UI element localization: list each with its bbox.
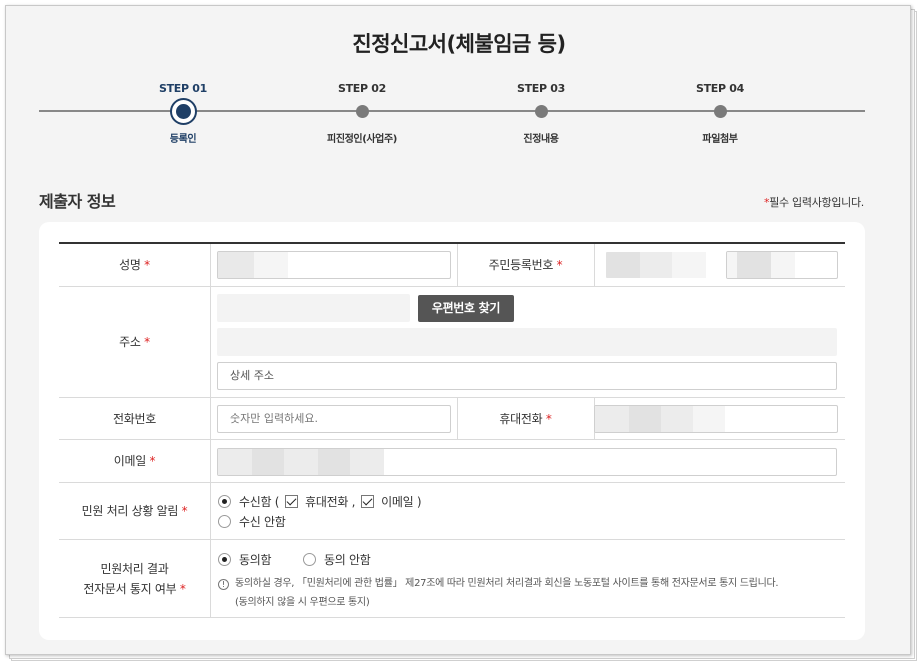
step-dot-icon (535, 105, 548, 118)
step-label: 피진정인(사업주) (327, 134, 397, 145)
notify-email-checkbox[interactable] (361, 495, 375, 508)
consent-disagree-label: 동의 안함 (324, 553, 371, 567)
step-label: 파일첨부 (702, 134, 738, 145)
consent-label: 민원처리 결과 전자문서 통지 여부 * (59, 540, 210, 617)
consent-label-line2: 전자문서 통지 여부 (83, 581, 177, 596)
notify-label: 민원 처리 상황 알림 * (81, 504, 188, 518)
notify-no-receive-radio[interactable] (218, 515, 231, 528)
consent-agree-radio[interactable] (218, 553, 231, 566)
step-dot-icon (356, 105, 369, 118)
notify-no-receive-option: 수신 안함 (218, 513, 286, 530)
section-title: 제출자 정보 (39, 192, 116, 211)
row-consent: 민원처리 결과 전자문서 통지 여부 * 동의함 동의 안함 ! 동의하실 경우,… (59, 540, 845, 618)
notify-receive-radio[interactable] (218, 495, 231, 508)
notify-email-label: 이메일 ) (381, 495, 422, 509)
step-number: STEP 02 (337, 82, 387, 95)
mobile-label: 휴대전화 * (499, 411, 552, 426)
name-label: 성명 * (119, 258, 150, 272)
consent-disagree-radio[interactable] (303, 553, 316, 566)
consent-label-line1: 민원처리 결과 (100, 561, 169, 576)
mobile-input[interactable] (594, 405, 838, 433)
base-address-input[interactable] (217, 328, 837, 356)
step-number: STEP 04 (695, 82, 745, 95)
row-notify: 민원 처리 상황 알림 * 수신함 ( 휴대전화 , 이메일 ) 수신 안함 (59, 483, 845, 540)
required-note-text: 필수 입력사항입니다. (769, 196, 864, 209)
detail-address-input[interactable]: 상세 주소 (217, 362, 837, 390)
zipcode-search-button[interactable]: 우편번호 찾기 (418, 295, 514, 322)
consent-agree-label: 동의함 (239, 553, 272, 567)
email-label: 이메일 * (113, 454, 156, 468)
address-label: 주소 * (119, 335, 150, 349)
rrn-front-input[interactable] (605, 251, 726, 279)
consent-agree-option: 동의함 (218, 551, 272, 568)
phone-label: 전화번호 (113, 411, 156, 426)
email-input[interactable] (217, 448, 837, 476)
row-email: 이메일 * (59, 440, 845, 483)
submitter-info-card: 성명 * 주민등록번호 * 주소 * 우편번호 찾기 상세 주소 전화번호 숫자… (39, 222, 865, 640)
notify-receive-label: 수신함 ( (239, 495, 280, 509)
stepper-line (39, 110, 865, 112)
row-name: 성명 * 주민등록번호 * (59, 244, 845, 287)
complaint-form-page: 진정신고서(체불임금 등) STEP 01 등록인 STEP 02 피진정인(사… (5, 5, 911, 655)
step-label: 진정내용 (523, 134, 559, 145)
rrn-back-input[interactable] (726, 251, 838, 279)
rrn-label: 주민등록번호 * (488, 258, 563, 272)
step-active-dot-icon (170, 98, 197, 125)
page-title: 진정신고서(체불임금 등) (352, 32, 566, 56)
step-label: 등록인 (169, 134, 197, 145)
info-icon: ! (218, 579, 229, 590)
step-number: STEP 03 (516, 82, 566, 95)
notify-mobile-checkbox[interactable] (285, 495, 299, 508)
phone-input[interactable]: 숫자만 입력하세요. (217, 405, 451, 433)
row-phone: 전화번호 숫자만 입력하세요. 휴대전화 * (59, 398, 845, 440)
required-note: *필수 입력사항입니다. (764, 194, 864, 210)
consent-note: ! 동의하실 경우, 「민원처리에 관한 법률」 제27조에 따라 민원처리 처리… (218, 574, 838, 612)
consent-note-line2: (동의하지 않을 시 우편으로 통지) (235, 597, 370, 608)
consent-disagree-option: 동의 안함 (303, 551, 371, 568)
row-address: 주소 * 우편번호 찾기 상세 주소 (59, 287, 845, 398)
notify-mobile-label: 휴대전화 , (305, 495, 356, 509)
step-dot-icon (714, 105, 727, 118)
notify-receive-option: 수신함 ( 휴대전화 , 이메일 ) (218, 493, 425, 510)
name-input[interactable] (217, 251, 451, 279)
step-number: STEP 01 (158, 82, 208, 95)
notify-no-receive-label: 수신 안함 (239, 515, 286, 529)
consent-note-line1: 동의하실 경우, 「민원처리에 관한 법률」 제27조에 따라 민원처리 처리결… (235, 578, 779, 589)
zipcode-input[interactable] (217, 294, 410, 322)
